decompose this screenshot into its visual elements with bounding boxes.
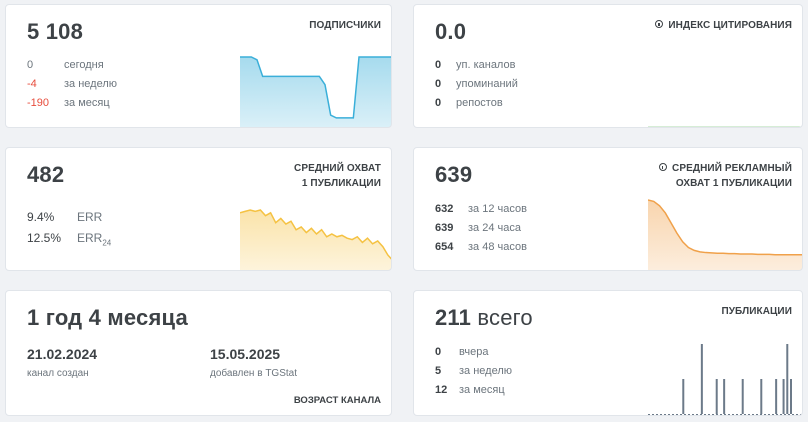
stat-row: 0 упоминаний — [435, 75, 518, 94]
publication-bar — [786, 344, 789, 414]
stat-value: -4 — [27, 78, 37, 90]
stat-row: -4 за неделю — [27, 75, 117, 94]
stat-value: 632 — [435, 203, 454, 215]
ad-reach-area — [648, 200, 802, 270]
reach-card[interactable]: 482 СРЕДНИЙ ОХВАТ 1 ПУБЛИКАЦИИ 9.4% ERR 12… — [5, 147, 392, 271]
added-label: добавлен в TGStat — [210, 368, 298, 379]
channel-age-card[interactable]: 1 год 4 месяца 21.02.2024 канал создан 1… — [5, 290, 392, 416]
publications-suffix: всего — [477, 305, 533, 330]
publications-total: 211 всего — [435, 305, 533, 331]
reach-title: СРЕДНИЙ ОХВАТ 1 ПУБЛИКАЦИИ — [294, 161, 381, 191]
stat-label: репостов — [456, 97, 503, 109]
publications-title: ПУБЛИКАЦИИ — [721, 306, 792, 317]
publication-bar — [682, 379, 685, 414]
reach-stats: 9.4% ERR 12.5% ERR24 — [27, 207, 111, 249]
stat-value: 0 — [435, 78, 442, 90]
ad-reach-value: 639 — [435, 162, 473, 187]
stat-value: 0 — [435, 346, 442, 358]
ad-reach-title-line1: СРЕДНИЙ РЕКЛАМНЫЙ — [672, 163, 792, 174]
stat-label: за 48 часов — [468, 241, 527, 253]
stat-value: -190 — [27, 97, 50, 109]
citation-stats: 0 уп. каналов 0 упоминаний 0 репостов — [435, 56, 518, 113]
stat-row: 5 за неделю — [435, 362, 512, 381]
subscribers-title: ПОДПИСЧИКИ — [309, 20, 381, 31]
stat-value: 639 — [435, 222, 454, 234]
info-icon[interactable] — [659, 163, 668, 171]
subscribers-count: 5 108 — [27, 19, 84, 44]
stat-label: ERR — [77, 210, 103, 224]
stat-row: -190 за месяц — [27, 94, 117, 113]
publication-bar — [741, 379, 744, 414]
created-block: 21.02.2024 канал создан — [27, 346, 97, 379]
stat-label: за месяц — [459, 384, 505, 396]
stat-row: 12.5% ERR24 — [27, 228, 111, 249]
publication-bar — [715, 379, 718, 414]
err-subscript: 24 — [102, 238, 112, 248]
publication-bar — [782, 379, 785, 414]
publications-barchart[interactable] — [648, 339, 803, 416]
citation-index-value: 0.0 — [435, 19, 467, 44]
publications-card[interactable]: 211 всего ПУБЛИКАЦИИ 0 вчера 5 за неделю 1… — [413, 290, 803, 416]
stat-label: уп. каналов — [456, 59, 516, 71]
publication-bar — [700, 344, 703, 414]
stat-label: сегодня — [64, 59, 104, 71]
ad-reach-stats: 632 за 12 часов 639 за 24 часа 654 за 48 ча… — [435, 200, 527, 257]
stat-label: за месяц — [64, 97, 110, 109]
ad-reach-sparkline[interactable] — [648, 196, 803, 271]
created-label: канал создан — [27, 368, 89, 379]
stat-label: упоминаний — [456, 78, 518, 90]
publication-bar — [775, 379, 778, 414]
stat-row: 9.4% ERR — [27, 207, 111, 228]
publications-stats: 0 вчера 5 за неделю 12 за месяц — [435, 343, 512, 400]
stat-value: 0 — [435, 59, 442, 71]
citation-card[interactable]: 0.0 ИНДЕКС ЦИТИРОВАНИЯ 0 уп. каналов 0 упо… — [413, 4, 803, 128]
stat-label: за 12 часов — [468, 203, 527, 215]
stat-value: 654 — [435, 241, 454, 253]
subscribers-stats: 0 сегодня -4 за неделю -190 за месяц — [27, 56, 117, 113]
stat-row: 639 за 24 часа — [435, 219, 527, 238]
citation-sparkline[interactable] — [648, 105, 801, 128]
stat-row: 632 за 12 часов — [435, 200, 527, 219]
stat-value: 0 — [27, 59, 34, 71]
err-label: ERR — [77, 231, 103, 245]
stat-label: за неделю — [459, 365, 513, 377]
stat-row: 0 сегодня — [27, 56, 117, 75]
stat-label: за неделю — [64, 78, 118, 90]
added-block: 15.05.2025 добавлен в TGStat — [210, 346, 297, 379]
stat-row: 12 за месяц — [435, 381, 512, 400]
created-date: 21.02.2024 — [27, 346, 98, 362]
channel-age-value: 1 год 4 месяца — [27, 305, 188, 330]
stat-row: 654 за 48 часов — [435, 238, 527, 257]
stat-value: 12 — [435, 384, 448, 396]
publications-count: 211 — [435, 305, 472, 330]
stat-label: ERR24 — [77, 231, 112, 248]
publication-bar — [723, 379, 726, 414]
stat-row: 0 репостов — [435, 94, 518, 113]
ad-reach-card[interactable]: 639 СРЕДНИЙ РЕКЛАМНЫЙ ОХВАТ 1 ПУБЛИКАЦИИ … — [413, 147, 803, 271]
reach-value: 482 — [27, 162, 65, 187]
subscribers-sparkline[interactable] — [240, 51, 392, 128]
stat-value: 5 — [435, 365, 442, 377]
stat-label: вчера — [459, 346, 489, 358]
reach-sparkline[interactable] — [240, 206, 392, 271]
subscribers-card[interactable]: 5 108 ПОДПИСЧИКИ 0 сегодня -4 за неделю -1… — [5, 4, 392, 128]
channel-age-label: ВОЗРАСТ КАНАЛА — [293, 395, 381, 406]
stat-value: 9.4% — [27, 210, 55, 224]
subscribers-area — [240, 57, 391, 127]
publication-bar — [760, 379, 763, 414]
citation-title-text: ИНДЕКС ЦИТИРОВАНИЯ — [668, 20, 792, 31]
reach-title-line1: СРЕДНИЙ ОХВАТ — [294, 163, 381, 174]
stat-row: 0 уп. каналов — [435, 56, 518, 75]
added-date: 15.05.2025 — [210, 346, 281, 362]
stat-value: 0 — [435, 97, 442, 109]
stat-row: 0 вчера — [435, 343, 512, 362]
publication-bar — [790, 379, 792, 414]
info-icon[interactable] — [655, 20, 664, 28]
citation-title: ИНДЕКС ЦИТИРОВАНИЯ — [655, 18, 792, 33]
ad-reach-title: СРЕДНИЙ РЕКЛАМНЫЙ ОХВАТ 1 ПУБЛИКАЦИИ — [659, 161, 792, 191]
stat-value: 12.5% — [27, 231, 62, 245]
ad-reach-title-line2: ОХВАТ 1 ПУБЛИКАЦИИ — [675, 178, 792, 189]
stat-label: за 24 часа — [468, 222, 521, 234]
reach-title-line2: 1 ПУБЛИКАЦИИ — [301, 178, 381, 189]
